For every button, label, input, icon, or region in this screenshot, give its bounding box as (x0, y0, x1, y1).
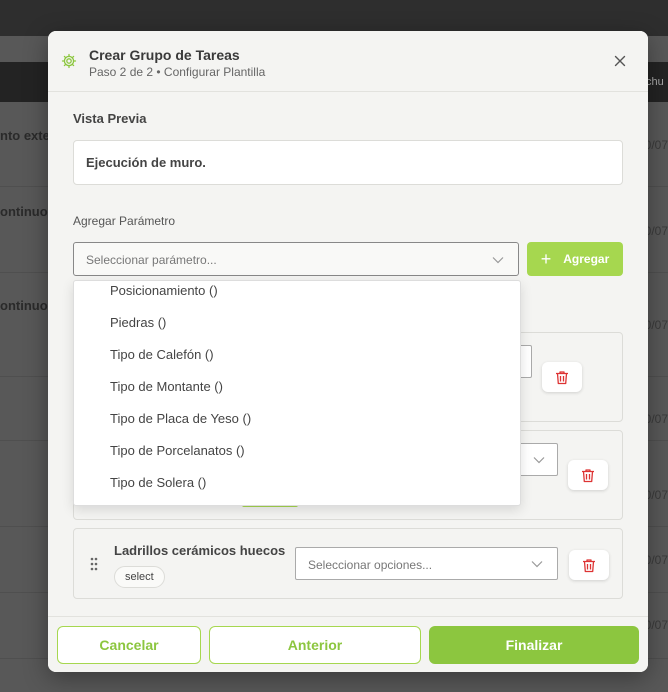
background-date: 0/07 (644, 553, 668, 567)
background-row-text: nto exter (0, 128, 55, 143)
dropdown-option[interactable]: Tipo de Placa de Yeso () (74, 410, 520, 442)
modal-footer: Cancelar Anterior Finalizar (48, 616, 648, 672)
options-select-placeholder: Seleccionar opciones... (308, 558, 433, 572)
preview-label: Vista Previa (73, 111, 147, 126)
dropdown-option[interactable]: Tipo de Montante () (74, 378, 520, 410)
background-date: 0/07 (644, 618, 668, 632)
chevron-down-icon (531, 561, 543, 568)
plus-icon: + (540, 249, 552, 269)
drag-handle-icon[interactable] (89, 556, 99, 572)
modal-title: Crear Grupo de Tareas (89, 47, 240, 63)
dropdown-option[interactable]: Tipo de Calefón () (74, 346, 520, 378)
close-icon[interactable] (612, 53, 628, 69)
previous-button[interactable]: Anterior (209, 626, 421, 664)
chevron-down-icon (492, 257, 504, 264)
background-header-partial: chu (646, 76, 664, 88)
add-parameter-button-label: Agregar (563, 252, 610, 266)
chevron-down-icon (533, 457, 545, 464)
modal-header: Crear Grupo de Tareas Paso 2 de 2 • Conf… (48, 31, 648, 92)
parameter-select[interactable]: Seleccionar parámetro... (73, 242, 519, 276)
cancel-button[interactable]: Cancelar (57, 626, 201, 664)
parameter-name: Ladrillos cerámicos huecos (114, 543, 286, 558)
dropdown-option[interactable]: Tipo de Porcelanatos () (74, 442, 520, 474)
background-date: 0/07 (644, 138, 668, 152)
add-parameter-button[interactable]: + Agregar (527, 242, 623, 276)
background-row-text: ontinuo (0, 298, 48, 313)
background-date: 0/07 (644, 318, 668, 332)
gear-icon (61, 53, 77, 69)
parameter-dropdown-menu: Posicionamiento () Piedras () Tipo de Ca… (73, 280, 521, 506)
add-parameter-label: Agregar Parámetro (73, 214, 176, 228)
delete-parameter-button[interactable] (568, 460, 608, 490)
dropdown-option[interactable]: Posicionamiento () (74, 282, 520, 314)
background-date: 0/07 (644, 488, 668, 502)
background-row-text: ontinuo (0, 204, 48, 219)
trash-icon (583, 558, 595, 572)
options-select[interactable]: Seleccionar opciones... (295, 547, 558, 580)
dropdown-option[interactable]: Tipo de Solera () (74, 474, 520, 505)
finish-button[interactable]: Finalizar (429, 626, 639, 664)
parameter-type-badge: select (114, 566, 165, 588)
background-date: 0/07 (644, 224, 668, 238)
dropdown-option[interactable]: Piedras () (74, 314, 520, 346)
parameter-card: Ladrillos cerámicos huecos select Selecc… (73, 528, 623, 599)
preview-text: Ejecución de muro. (73, 140, 623, 185)
trash-icon (556, 370, 568, 384)
modal-subtitle: Paso 2 de 2 • Configurar Plantilla (89, 65, 266, 79)
delete-parameter-button[interactable] (542, 362, 582, 392)
trash-icon (582, 468, 594, 482)
background-date: 0/07 (644, 412, 668, 426)
parameter-select-placeholder: Seleccionar parámetro... (86, 253, 217, 267)
create-task-group-modal: Crear Grupo de Tareas Paso 2 de 2 • Conf… (48, 31, 648, 672)
delete-parameter-button[interactable] (569, 550, 609, 580)
